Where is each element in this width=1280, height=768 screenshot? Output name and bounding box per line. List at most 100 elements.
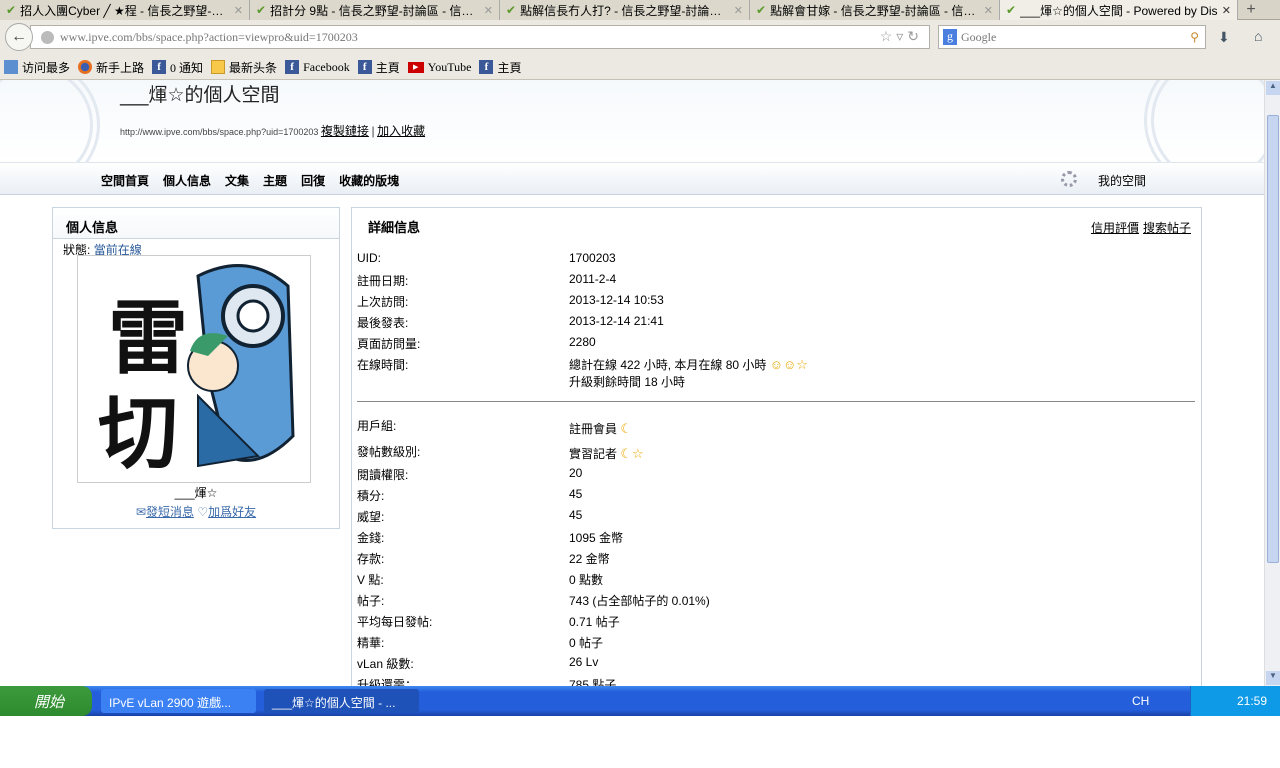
detail-value: 0.71 帖子	[569, 615, 620, 629]
gear-icon[interactable]	[1061, 171, 1077, 187]
detail-value: 45	[569, 487, 583, 501]
detail-row: 註冊日期: 2011-2-4	[357, 272, 1197, 293]
add-friend-icon: ♡	[197, 505, 209, 519]
new-tab-button[interactable]: +	[1238, 0, 1264, 19]
menu-profile[interactable]: 個人信息	[163, 172, 211, 189]
username: ___煇☆	[174, 486, 218, 500]
detail-value: 0 點數	[569, 573, 604, 587]
search-icon[interactable]: ⚲	[1190, 30, 1199, 45]
search-posts-link[interactable]: 搜索帖子	[1143, 221, 1191, 235]
detail-value: 2280	[569, 335, 596, 349]
close-tab-icon[interactable]: ✕	[984, 4, 993, 17]
detail-value: 1700203	[569, 251, 616, 265]
site-favicon: ✔	[256, 3, 267, 17]
close-tab-icon[interactable]: ✕	[734, 4, 743, 17]
detail-row: 平均每日發帖: 0.71 帖子	[357, 613, 1197, 634]
detail-label: 平均每日發帖:	[357, 615, 433, 629]
browser-tab[interactable]: ✔ 點解會甘嫁 - 信長之野望-討論區 - 信… ✕	[750, 0, 1000, 20]
profile-panel: 個人信息 狀態: 當前在線 雷 切 ___煇☆ ✉發短消息 ♡加爲好友	[52, 207, 340, 529]
my-space-link[interactable]: 我的空間	[1098, 172, 1146, 189]
close-tab-icon[interactable]: ✕	[1222, 4, 1231, 17]
bookmark-home-2[interactable]: f 主頁	[479, 59, 521, 76]
language-indicator[interactable]: CH	[1132, 694, 1149, 708]
detail-row: 存款: 22 金幣	[357, 550, 1197, 571]
detail-label: 頁面訪問量:	[357, 337, 421, 351]
svg-text:雷: 雷	[108, 291, 188, 385]
tab-strip: ✔ 招人入團Cyber ╱ ★程 - 信長之野望-… ✕ ✔ 招計分 9點 - 信長之…	[0, 0, 1280, 20]
close-tab-icon[interactable]: ✕	[234, 4, 243, 17]
site-favicon: ✔	[756, 3, 767, 17]
detail-label: 精華:	[357, 636, 385, 650]
menu-topics[interactable]: 主題	[263, 172, 287, 189]
svg-text:切: 切	[98, 386, 178, 480]
detail-value: 0 帖子	[569, 636, 604, 650]
detail-row: 威望: 45	[357, 508, 1197, 529]
bookmark-star-icon[interactable]: ☆▿↻	[880, 29, 923, 46]
menu-replies[interactable]: 回復	[301, 172, 325, 189]
bookmark-most-visited[interactable]: 访问最多	[4, 59, 70, 76]
scroll-down-icon[interactable]: ▼	[1266, 671, 1280, 685]
scroll-up-icon[interactable]: ▲	[1266, 81, 1280, 95]
smiley-icon: ☺☺☆	[769, 357, 808, 372]
panel-title: 詳細信息	[368, 220, 421, 235]
copy-link[interactable]: 複製鏈接	[321, 124, 369, 138]
bookmark-youtube[interactable]: ▶ YouTube	[407, 60, 471, 75]
site-favicon: ✔	[506, 3, 517, 17]
taskbar-item[interactable]: IPvE vLan 2900 遊戲...	[101, 689, 256, 713]
bookmark-getting-started[interactable]: 新手上路	[78, 59, 144, 76]
detail-row: 用戶組: 註冊會員 ☾	[357, 419, 633, 436]
browser-tab[interactable]: ✔ 點解信長冇人打? - 信長之野望-討論… ✕	[500, 0, 750, 20]
scroll-thumb[interactable]	[1267, 115, 1279, 563]
bookmark-news[interactable]: 最新头条	[211, 59, 277, 76]
bookmark-home[interactable]: f 主頁	[357, 59, 400, 76]
detail-value: 2013-12-14 21:41	[569, 314, 664, 328]
clock: 21:59	[1237, 694, 1268, 708]
details-panel: 詳細信息 信用評價 搜索帖子 UID: 1700203 註冊日期: 2011-2-4 上次…	[351, 207, 1202, 686]
folder-icon	[4, 60, 18, 74]
menu-home[interactable]: 空間首頁	[101, 172, 149, 189]
credit-rating-link[interactable]: 信用評價	[1091, 221, 1139, 235]
add-friend-link[interactable]: 加爲好友	[208, 505, 256, 519]
bookmark-notifications[interactable]: f0 通知	[152, 59, 203, 76]
taskbar-item-active[interactable]: ___煇☆的個人空間 - ...	[264, 689, 419, 713]
moon-icon: ☾	[620, 421, 633, 436]
scrollbar[interactable]: ▲ ▼	[1264, 80, 1280, 686]
start-button[interactable]: 開始	[0, 686, 92, 716]
facebook-icon: f	[152, 60, 167, 74]
close-tab-icon[interactable]: ✕	[484, 4, 493, 17]
detail-label: 上次訪問:	[357, 295, 409, 309]
avatar: 雷 切	[77, 255, 311, 483]
site-favicon: ✔	[6, 3, 17, 17]
browser-tab-active[interactable]: ✔ ___煇☆的個人空間 - Powered by Discuz! ✕	[1000, 0, 1238, 20]
rss-icon	[211, 60, 226, 74]
detail-label: UID:	[357, 251, 381, 265]
menu-articles[interactable]: 文集	[225, 172, 249, 189]
detail-value: 20	[569, 466, 583, 480]
globe-icon	[41, 30, 54, 44]
detail-value: 785 點子	[569, 678, 617, 686]
browser-tab[interactable]: ✔ 招人入團Cyber ╱ ★程 - 信長之野望-… ✕	[0, 0, 250, 20]
download-icon[interactable]: ⬇	[1218, 29, 1230, 46]
panel-title: 個人信息	[53, 208, 339, 239]
search-input[interactable]: g Google ⚲	[938, 25, 1206, 49]
back-button[interactable]: ←	[5, 23, 33, 51]
add-favorite-link[interactable]: 加入收藏	[377, 124, 425, 138]
page-content: ___煇☆的個人空間 http://www.ipve.com/bbs/space…	[0, 80, 1264, 686]
send-message-link[interactable]: 發短消息	[146, 505, 194, 519]
url-bar[interactable]: www.ipve.com/bbs/space.php?action=viewpr…	[30, 25, 930, 49]
taskbar: 開始 IPvE vLan 2900 遊戲... ___煇☆的個人空間 - ...…	[0, 686, 1280, 716]
youtube-icon: ▶	[407, 61, 424, 73]
detail-value: 22 金幣	[569, 552, 610, 566]
bookmark-facebook[interactable]: f Facebook	[285, 60, 350, 75]
divider	[357, 401, 1195, 402]
google-icon: g	[943, 29, 957, 45]
detail-row: 上次訪問: 2013-12-14 10:53	[357, 293, 1197, 314]
browser-tab[interactable]: ✔ 招計分 9點 - 信長之野望-討論區 - 信… ✕	[250, 0, 500, 20]
detail-label: 存款:	[357, 552, 385, 566]
detail-label: 帖子:	[357, 594, 385, 608]
home-icon[interactable]: ⌂	[1254, 28, 1262, 44]
menu-favorite-forums[interactable]: 收藏的版塊	[339, 172, 399, 189]
detail-label: 閱讀權限:	[357, 468, 409, 482]
detail-label: 升級還需：	[357, 678, 418, 686]
detail-row: 在線時間: 總計在線 422 小時, 本月在線 80 小時 ☺☺☆ 升級剩餘時間 1…	[357, 357, 808, 389]
